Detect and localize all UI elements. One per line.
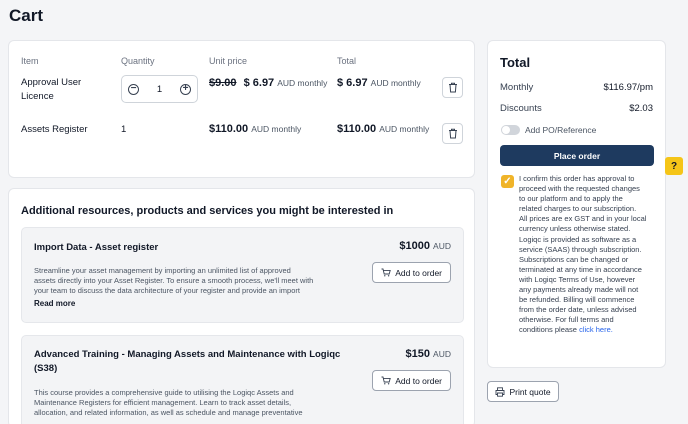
trash-icon [448, 128, 457, 139]
monthly-label: Monthly [500, 82, 534, 93]
product-price: $150 AUD [405, 348, 452, 360]
unit-price: $9.00 $ 6.97 AUD monthly [209, 77, 327, 89]
total-value: $ 6.97 [337, 77, 368, 89]
print-quote-button[interactable]: Print quote [487, 381, 559, 402]
check-icon: ✓ [503, 176, 512, 187]
add-to-order-button[interactable]: Add to order [372, 262, 451, 283]
product-name: Import Data - Asset register [34, 242, 159, 253]
minus-icon: − [130, 83, 137, 94]
increase-quantity-button[interactable]: + [179, 83, 191, 95]
header-quantity: Quantity [121, 56, 155, 66]
old-price: $9.00 [209, 77, 237, 89]
plus-icon: + [182, 83, 189, 94]
product-description: Streamline your asset management by impo… [34, 266, 314, 295]
current-price: $ 6.97 [243, 77, 275, 89]
add-to-order-label: Add to order [395, 267, 442, 278]
summary-title: Total [500, 55, 531, 70]
po-reference-toggle[interactable] [501, 125, 520, 135]
product-card: Advanced Training - Managing Assets and … [21, 335, 464, 424]
add-to-order-button[interactable]: Add to order [372, 370, 451, 391]
printer-icon [495, 386, 505, 397]
item-name: Assets Register [21, 124, 88, 135]
cart-items-card: Item Quantity Unit price Total Approval … [8, 40, 475, 178]
cart-icon [381, 268, 392, 277]
cart-icon [381, 376, 392, 385]
current-price: $110.00 [209, 123, 249, 135]
product-price: $1000 AUD [399, 240, 451, 252]
remove-item-button[interactable] [442, 77, 463, 98]
total-suffix: AUD monthly [379, 124, 430, 134]
terms-link[interactable]: click here. [579, 325, 613, 334]
price-suffix: AUD monthly [277, 78, 328, 88]
confirm-text: I confirm this order has approval to pro… [519, 174, 647, 335]
line-total: $ 6.97 AUD monthly [337, 77, 421, 89]
product-description: This course provides a comprehensive gui… [34, 388, 303, 417]
quantity-value[interactable]: 1 [157, 84, 162, 95]
po-reference-label: Add PO/Reference [525, 125, 597, 135]
suggestions-title: Additional resources, products and servi… [21, 205, 394, 217]
discounts-value: $2.03 [629, 103, 653, 114]
header-total: Total [337, 56, 357, 66]
price-suffix: AUD monthly [251, 124, 302, 134]
monthly-value: $116.97/pm [603, 82, 653, 93]
print-quote-label: Print quote [509, 386, 551, 397]
header-item: Item [21, 56, 39, 66]
help-button[interactable]: ? [665, 157, 683, 175]
item-name: Approval User Licence [21, 77, 82, 102]
place-order-button[interactable]: Place order [500, 145, 654, 166]
quantity-stepper: − 1 + [121, 75, 198, 103]
line-total: $110.00 AUD monthly [337, 123, 429, 135]
total-suffix: AUD monthly [370, 78, 421, 88]
product-card: Import Data - Asset register $1000 AUD A… [21, 227, 464, 323]
unit-price: $110.00 AUD monthly [209, 123, 301, 135]
total-value: $110.00 [337, 123, 377, 135]
confirm-checkbox[interactable]: ✓ [501, 175, 514, 188]
remove-item-button[interactable] [442, 123, 463, 144]
add-to-order-label: Add to order [395, 375, 442, 386]
decrease-quantity-button[interactable]: − [128, 83, 139, 95]
header-unit-price: Unit price [209, 56, 248, 66]
order-summary-card: Total Monthly $116.97/pm Discounts $2.03… [487, 40, 666, 368]
suggestions-card: Additional resources, products and servi… [8, 188, 475, 424]
page-title: Cart [9, 6, 44, 25]
trash-icon [448, 82, 457, 93]
discounts-label: Discounts [500, 103, 542, 114]
product-name: Advanced Training - Managing Assets and … [34, 349, 341, 374]
quantity-value: 1 [121, 124, 127, 135]
read-more-link[interactable]: Read more [34, 299, 75, 308]
